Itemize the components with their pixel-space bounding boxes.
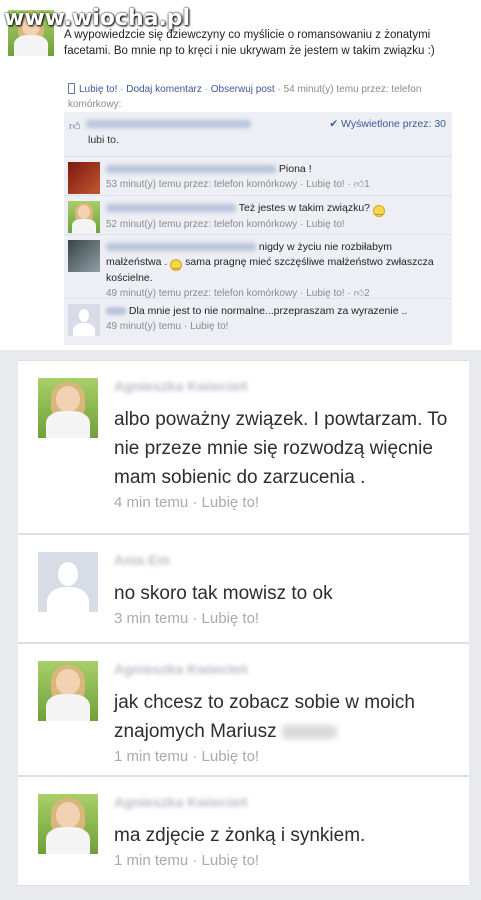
commenter-avatar[interactable]	[38, 794, 98, 854]
mobile-comment-card: Agnieszka Kwiecień ma zdjęcie z żonką i …	[18, 776, 469, 886]
blurred-surname	[281, 724, 337, 739]
mobile-phone-icon	[68, 83, 75, 94]
commenter-avatar[interactable]	[68, 162, 100, 194]
comment-meta: 53 minut(y) temu przez: telefon komórkow…	[106, 179, 304, 190]
comment-like-link[interactable]: Lubię to!	[306, 179, 344, 190]
comment-item: Dla mnie jest to nie normalne...przepras…	[64, 299, 452, 345]
commenter-name-blurred[interactable]	[106, 165, 276, 174]
comment-text: jak chcesz to zobacz sobie w moich znajo…	[114, 692, 415, 742]
commenter-avatar[interactable]	[38, 378, 98, 438]
likes-suffix: lubi to.	[88, 134, 119, 146]
commenter-name-blurred[interactable]	[106, 204, 236, 213]
seen-by-count[interactable]: ✔ Wyświetlone przez: 30	[329, 118, 446, 130]
comment-meta: 49 minut(y) temu przez: telefon komórkow…	[106, 288, 304, 299]
commenter-name[interactable]	[106, 307, 126, 316]
comment-like-count[interactable]: · 👍︎2	[348, 288, 370, 299]
commenter-avatar[interactable]	[38, 552, 98, 612]
commenter-avatar[interactable]	[68, 240, 100, 272]
comment-like-count[interactable]: · 👍︎1	[348, 179, 370, 190]
comment-meta: 52 minut(y) temu przez: telefon komórkow…	[106, 219, 304, 230]
commenter-name[interactable]: Ania Em	[114, 552, 170, 568]
commenter-name[interactable]: Agnieszka Kwiecień	[114, 661, 248, 677]
comments-box: 👍︎ ✔ Wyświetlone przez: 30 lubi to. Pion…	[64, 112, 452, 345]
comment-text: ma zdjęcie z żonką i synkiem.	[114, 825, 366, 846]
comment-meta: 49 minut(y) temu ·	[106, 321, 188, 332]
smiley-icon: ‿	[372, 205, 385, 217]
comment-item: nigdy w życiu nie rozbiłabym małżeństwa …	[64, 235, 452, 299]
commenter-name[interactable]: Agnieszka Kwiecień	[114, 794, 248, 810]
comment-item: Też jestes w takim związku? ‿ 52 minut(y…	[64, 196, 452, 235]
comment-like-link[interactable]: Lubię to!	[306, 288, 344, 299]
comment-like-link[interactable]: Lubię to!	[202, 748, 260, 765]
post-like-link[interactable]: Lubię to!	[79, 84, 117, 95]
post-meta: Lubię to! · Dodaj komentarz · Obserwuj p…	[68, 83, 422, 110]
comment-item: Piona ! 53 minut(y) temu przez: telefon …	[64, 157, 452, 196]
comment-meta: 1 min temu · Lubię to!	[114, 748, 260, 765]
desktop-post-area: www.wiocha.pl A wypowiedzcie się dziewcz…	[0, 0, 481, 350]
comment-like-link[interactable]: Lubię to!	[306, 219, 344, 230]
comment-text: no skoro tak mowisz to ok	[114, 583, 333, 604]
comment-text: albo poważny związek. I powtarzam. To ni…	[114, 409, 448, 488]
mobile-comment-card: Ania Em no skoro tak mowisz to ok 3 min …	[18, 534, 469, 643]
comment-meta: 1 min temu · Lubię to!	[114, 852, 260, 869]
mobile-comments-area: Agnieszka Kwiecień albo poważny związek.…	[0, 350, 481, 900]
commenter-name[interactable]: Agnieszka Kwiecień	[114, 378, 248, 394]
comment-meta: 4 min temu · Lubię to!	[114, 494, 260, 511]
comment-text: Dla mnie jest to nie normalne...przepras…	[128, 305, 408, 317]
smiley-icon: ‿	[170, 259, 183, 271]
liker-names-blurred[interactable]	[86, 118, 251, 130]
comment-like-link[interactable]: Lubię to!	[202, 610, 260, 627]
mobile-comment-card: Agnieszka Kwiecień jak chcesz to zobacz …	[18, 643, 469, 776]
commenter-avatar[interactable]	[68, 304, 100, 336]
thumbs-up-icon: 👍︎	[69, 121, 81, 133]
follow-post-link[interactable]: Obserwuj post	[211, 84, 275, 95]
likes-row: 👍︎ ✔ Wyświetlone przez: 30 lubi to.	[64, 112, 452, 157]
comment-meta: 3 min temu · Lubię to!	[114, 610, 260, 627]
commenter-avatar[interactable]	[38, 661, 98, 721]
mobile-comment-card: Agnieszka Kwiecień albo poważny związek.…	[18, 360, 469, 534]
comment-text: Piona !	[278, 163, 312, 175]
comment-text: Też jestes w takim związku?	[238, 202, 371, 214]
commenter-avatar[interactable]	[68, 201, 100, 233]
comment-like-link[interactable]: Lubię to!	[190, 321, 228, 332]
add-comment-link[interactable]: Dodaj komentarz	[126, 84, 202, 95]
comment-like-link[interactable]: Lubię to!	[202, 494, 260, 511]
post-text: A wypowiedzcie się dziewczyny co myślici…	[64, 29, 435, 57]
commenter-name-blurred[interactable]	[106, 243, 256, 252]
comment-like-link[interactable]: Lubię to!	[202, 852, 260, 869]
